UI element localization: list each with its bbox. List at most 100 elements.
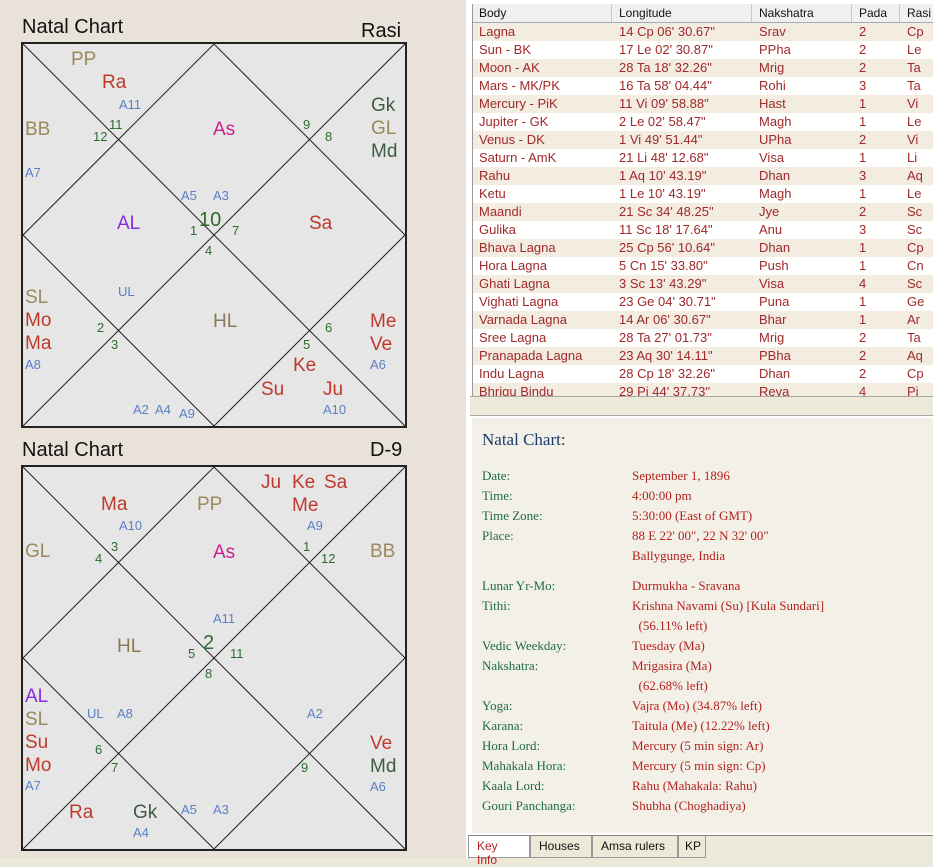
d9-planet-sa[interactable]: Sa [324,473,347,492]
d9-planet-sl[interactable]: SL [25,710,48,729]
col-body[interactable]: Body [479,6,506,20]
horizontal-splitter[interactable] [470,396,933,416]
rasi-planet-sl[interactable]: SL [25,288,48,307]
rasi-arudha-a6: A6 [370,357,386,372]
rasi-planet-hl[interactable]: HL [213,312,237,331]
d9-planet-ve[interactable]: Ve [370,734,392,753]
table-row[interactable]: Mercury - PiK 11 Vi 09' 58.88" Hast 1 Vi [473,95,933,113]
tab-amsa-rulers[interactable]: Amsa rulers [592,836,678,858]
table-row[interactable]: Sree Lagna 28 Ta 27' 01.73" Mrig 2 Ta [473,329,933,347]
d9-planet-ul[interactable]: UL [87,707,104,720]
info-label: Yoga: [482,698,513,713]
col-nakshatra[interactable]: Nakshatra [759,6,814,20]
rasi-planet-ke[interactable]: Ke [293,356,316,375]
key-info-title: Natal Chart: [482,430,566,449]
rasi-chart[interactable]: PP Ra A11 11 12 BB A7 As Gk GL Md 9 8 A5… [21,42,407,428]
cell-rasi: Aq [907,348,923,363]
d9-planet-bb[interactable]: BB [370,542,395,561]
tab-houses[interactable]: Houses [530,836,592,858]
cell-nakshatra: Hast [759,96,786,111]
cell-nakshatra: Bhar [759,312,787,327]
rasi-planet-gl[interactable]: GL [371,119,396,138]
d9-planet-ke[interactable]: Ke [292,473,315,492]
rasi-planet-me[interactable]: Me [370,312,396,331]
cell-nakshatra: Visa [759,276,785,291]
table-row[interactable]: Venus - DK 1 Vi 49' 51.44" UPha 2 Vi [473,131,933,149]
tab-kp[interactable]: KP [678,836,706,858]
table-row[interactable]: Ketu 1 Le 10' 43.19" Magh 1 Le [473,185,933,203]
d9-planet-hl[interactable]: HL [117,637,141,656]
rasi-planet-as[interactable]: As [213,120,235,139]
rasi-planet-pp[interactable]: PP [71,50,96,69]
col-sep[interactable] [851,4,852,22]
table-row[interactable]: Saturn - AmK 21 Li 48' 12.68" Visa 1 Li [473,149,933,167]
col-sep[interactable] [751,4,752,22]
rasi-planet-gk[interactable]: Gk [371,96,395,115]
rasi-planet-al[interactable]: AL [117,214,140,233]
table-row[interactable]: Lagna 14 Cp 06' 30.67" Srav 2 Cp [473,23,933,41]
table-row[interactable]: Pranapada Lagna 23 Aq 30' 14.11" PBha 2 Aq [473,347,933,365]
info-value: Shubha (Choghadiya) [632,798,746,813]
cell-body: Hora Lagna [479,258,547,273]
cell-rasi: Le [907,42,922,57]
table-row[interactable]: Indu Lagna 28 Cp 18' 32.26" Dhan 2 Cp [473,365,933,383]
d9-planet-me[interactable]: Me [292,496,318,515]
table-row[interactable]: Ghati Lagna 3 Sc 13' 43.29" Visa 4 Sc [473,275,933,293]
info-label: Mahakala Hora: [482,758,567,773]
cell-body: Sun - BK [479,42,532,57]
d9-planet-gk[interactable]: Gk [133,803,157,822]
table-row[interactable]: Bhrigu Bindu 29 Pi 44' 37.73" Reva 4 Pi [473,383,933,396]
rasi-planet-sa[interactable]: Sa [309,214,332,233]
cell-pada: 4 [859,276,867,291]
table-row[interactable]: Moon - AK 28 Ta 18' 32.26" Mrig 2 Ta [473,59,933,77]
d9-planet-ma[interactable]: Ma [101,495,127,514]
rasi-planet-su[interactable]: Su [261,380,284,399]
navamsa-chart[interactable]: Ma A10 3 4 GL PP Ju Ke Sa Me A9 1 12 BB … [21,465,407,851]
cell-body: Indu Lagna [479,366,545,381]
table-row[interactable]: Bhava Lagna 25 Cp 56' 10.64" Dhan 1 Cp [473,239,933,257]
rasi-planet-ul[interactable]: UL [118,285,135,298]
navamsa-chart-division: D-9 [370,439,403,461]
table-row[interactable]: Gulika 11 Sc 18' 17.64" Anu 3 Sc [473,221,933,239]
d9-planet-al[interactable]: AL [25,687,48,706]
info-label: Gouri Panchanga: [482,798,576,813]
table-row[interactable]: Rahu 1 Aq 10' 43.19" Dhan 3 Aq [473,167,933,185]
table-row[interactable]: Maandi 21 Sc 34' 48.25" Jye 2 Sc [473,203,933,221]
bottom-tabs: Key Info Houses Amsa rulers KP [468,835,933,867]
positions-table[interactable]: Body Longitude Nakshatra Pada Rasi Lagna… [472,4,933,396]
col-longitude[interactable]: Longitude [619,6,672,20]
tab-key-info[interactable]: Key Info [468,836,530,867]
d9-planet-pp[interactable]: PP [197,495,222,514]
info-value: Tuesday (Ma) [632,638,705,653]
rasi-arudha-a5: A5 [181,188,197,203]
col-pada[interactable]: Pada [859,6,887,20]
col-sep[interactable] [611,4,612,22]
rasi-planet-ve[interactable]: Ve [370,335,392,354]
rasi-planet-md[interactable]: Md [371,142,397,161]
cell-body: Varnada Lagna [479,312,567,327]
d9-planet-mo[interactable]: Mo [25,756,51,775]
navamsa-chart-grid [23,467,405,849]
rasi-planet-ju[interactable]: Ju [323,380,343,399]
d9-planet-md[interactable]: Md [370,757,396,776]
cell-body: Mercury - PiK [479,96,558,111]
table-row[interactable]: Hora Lagna 5 Cn 15' 33.80" Push 1 Cn [473,257,933,275]
table-row[interactable]: Varnada Lagna 14 Ar 06' 30.67" Bhar 1 Ar [473,311,933,329]
d9-planet-ra[interactable]: Ra [69,803,93,822]
rasi-planet-mo[interactable]: Mo [25,311,51,330]
col-rasi[interactable]: Rasi [907,6,931,20]
table-row[interactable]: Jupiter - GK 2 Le 02' 58.47" Magh 1 Le [473,113,933,131]
d9-planet-ju[interactable]: Ju [261,473,281,492]
d9-planet-su[interactable]: Su [25,733,48,752]
table-row[interactable]: Vighati Lagna 23 Ge 04' 30.71" Puna 1 Ge [473,293,933,311]
table-row[interactable]: Sun - BK 17 Le 02' 30.87" PPha 2 Le [473,41,933,59]
d9-planet-gl[interactable]: GL [25,542,50,561]
rasi-planet-ma[interactable]: Ma [25,334,51,353]
table-row[interactable]: Mars - MK/PK 16 Ta 58' 04.44" Rohi 3 Ta [473,77,933,95]
rasi-planet-bb[interactable]: BB [25,120,50,139]
d9-house-12: 12 [321,551,336,566]
cell-longitude: 16 Ta 58' 04.44" [619,78,712,93]
d9-planet-as[interactable]: As [213,543,235,562]
col-sep[interactable] [899,4,900,22]
rasi-planet-ra[interactable]: Ra [102,73,126,92]
